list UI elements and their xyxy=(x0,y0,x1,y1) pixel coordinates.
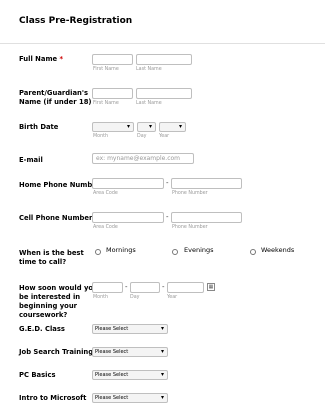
best-time-label: When is the best time to call? xyxy=(19,249,84,266)
weekends-radio[interactable] xyxy=(250,249,256,255)
mornings-label: Mornings xyxy=(106,246,136,254)
birth-day-sublabel: Day xyxy=(137,134,147,139)
birth-year-select[interactable]: ▾ xyxy=(159,122,186,132)
chevron-down-icon: ▾ xyxy=(160,348,164,355)
guardian-first-sublabel: First Name xyxy=(93,101,119,106)
evenings-radio[interactable] xyxy=(172,249,178,255)
birth-month-select[interactable]: ▾ xyxy=(92,122,134,132)
full-name-label: Full Name * xyxy=(19,55,64,63)
home-phone-label: Home Phone Number xyxy=(19,181,101,189)
mornings-radio[interactable] xyxy=(95,249,101,255)
chevron-down-icon: ▾ xyxy=(160,371,164,378)
last-name-sublabel: Last Name xyxy=(136,67,162,72)
chevron-down-icon: ▾ xyxy=(178,123,182,130)
guardian-first-input[interactable] xyxy=(92,88,133,99)
cell-area-code-input[interactable] xyxy=(92,212,164,223)
home-area-code-input[interactable] xyxy=(92,178,164,189)
ged-class-select[interactable]: Please Select ▾ xyxy=(92,324,168,334)
cell-area-sublabel: Area Code xyxy=(93,225,118,230)
start-day-sublabel: Day xyxy=(130,295,140,300)
birth-day-select[interactable]: ▾ xyxy=(137,122,156,132)
chevron-down-icon: ▾ xyxy=(148,123,152,130)
home-number-sublabel: Phone Number xyxy=(172,191,208,196)
last-name-input[interactable] xyxy=(136,54,192,65)
start-dash-1: - xyxy=(125,283,128,291)
email-label: E-mail xyxy=(19,156,43,164)
chevron-down-icon: ▾ xyxy=(126,123,130,130)
home-phone-dash: - xyxy=(166,179,169,187)
birth-month-sublabel: Month xyxy=(93,134,109,139)
start-day-input[interactable] xyxy=(130,282,160,293)
email-input[interactable]: ex: myname@example.com xyxy=(92,153,194,164)
ged-class-label: G.E.D. Class xyxy=(19,325,65,333)
form-title: Class Pre-Registration xyxy=(19,16,133,26)
weekends-label: Weekends xyxy=(261,246,295,254)
cell-number-sublabel: Phone Number xyxy=(172,225,208,230)
intro-microsoft-select[interactable]: Please Select ▾ xyxy=(92,393,168,403)
pc-basics-label: PC Basics xyxy=(19,371,56,379)
first-name-input[interactable] xyxy=(92,54,133,65)
chevron-down-icon: ▾ xyxy=(160,325,164,332)
intro-microsoft-label: Intro to Microsoft xyxy=(19,394,87,402)
start-year-sublabel: Year xyxy=(167,295,178,300)
start-dash-2: - xyxy=(162,283,165,291)
cell-phone-label: Cell Phone Number xyxy=(19,214,93,222)
pc-basics-select[interactable]: Please Select ▾ xyxy=(92,370,168,380)
start-date-label: How soon would you be interested in beginn… xyxy=(19,284,98,319)
home-area-sublabel: Area Code xyxy=(93,191,118,196)
evenings-label: Evenings xyxy=(184,246,214,254)
birth-year-sublabel: Year xyxy=(159,134,170,139)
calendar-icon[interactable]: ▦ xyxy=(207,283,215,291)
start-year-input[interactable] xyxy=(167,282,204,293)
guardian-last-input[interactable] xyxy=(136,88,192,99)
cell-phone-dash: - xyxy=(166,213,169,221)
start-month-sublabel: Month xyxy=(93,295,109,300)
form-header: Class Pre-Registration xyxy=(0,0,325,44)
first-name-sublabel: First Name xyxy=(93,67,119,72)
guardian-label: Parent/Guardian's Name (if under 18) xyxy=(19,89,92,106)
registration-page: Class Pre-Registration Full Name * First… xyxy=(0,0,325,403)
job-search-select[interactable]: Please Select ▾ xyxy=(92,347,168,357)
job-search-label: Job Search Training xyxy=(19,348,94,356)
cell-phone-number-input[interactable] xyxy=(171,212,242,223)
start-month-input[interactable] xyxy=(92,282,123,293)
birth-date-label: Birth Date xyxy=(19,123,59,131)
guardian-last-sublabel: Last Name xyxy=(136,101,162,106)
home-phone-number-input[interactable] xyxy=(171,178,242,189)
